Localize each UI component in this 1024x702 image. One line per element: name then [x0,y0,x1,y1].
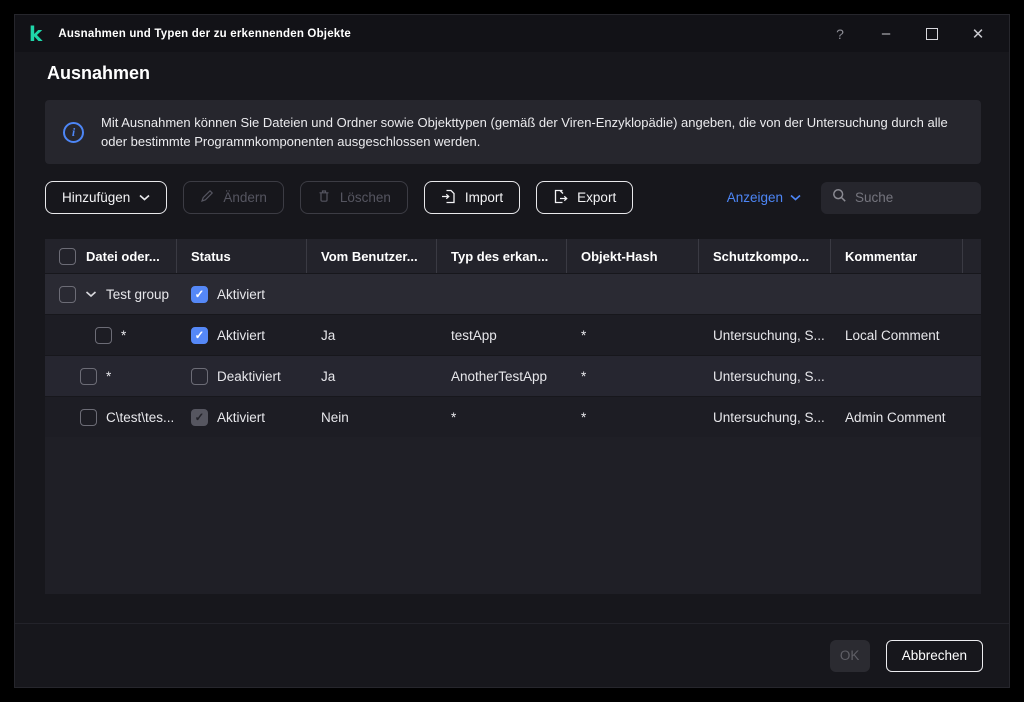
status-cell: Aktiviert [177,274,307,314]
status-checkbox-disabled [191,408,208,426]
search-icon [832,188,847,208]
maximize-icon [926,27,938,40]
file-cell: * [45,315,177,355]
comment-cell: Admin Comment [845,409,946,425]
table-row[interactable]: C\test\tes... Aktiviert Nein * * Untersu… [45,396,981,437]
search-input[interactable] [855,190,970,205]
export-button[interactable]: Export [536,181,634,214]
page-title: Ausnahmen [47,63,151,83]
trash-icon [317,189,331,206]
table-row[interactable]: * Deaktiviert Ja AnotherTestApp * Unters… [45,355,981,396]
search-box [821,181,981,214]
row-select-checkbox[interactable] [80,408,97,426]
status-cell: Aktiviert [177,397,307,437]
maximize-button[interactable] [909,17,955,51]
added-by-user-cell: Nein [321,409,349,425]
chevron-down-icon [790,194,801,201]
table-row-group[interactable]: Test group Aktiviert [45,273,981,314]
import-button-label: Import [464,190,504,205]
file-value: * [121,327,127,343]
view-dropdown-label: Anzeigen [726,190,783,205]
kaspersky-logo-icon: k [29,21,43,46]
file-cell: * [45,356,177,396]
object-hash-cell: * [581,409,587,425]
header-added-by-user[interactable]: Vom Benutzer... [307,239,437,273]
header-status[interactable]: Status [177,239,307,273]
window-controls: ? – ✕ [817,17,1001,51]
row-select-checkbox[interactable] [95,326,112,344]
edit-button-label: Ändern [223,190,267,205]
file-value: C\test\tes... [106,409,175,425]
components-cell: Untersuchung, S... [713,409,825,425]
help-button[interactable]: ? [817,17,863,51]
header-spacer [963,239,981,273]
object-type-cell: testApp [451,327,497,343]
object-type-cell: * [451,409,457,425]
add-button[interactable]: Hinzufügen [45,181,168,214]
comment-cell [831,356,963,396]
status-label: Deaktiviert [217,368,281,384]
added-by-user-cell: Ja [321,327,336,343]
info-banner: i Mit Ausnahmen können Sie Dateien und O… [45,100,981,164]
status-label: Aktiviert [217,286,266,302]
group-name-cell: Test group [45,274,177,314]
pencil-icon [200,189,214,206]
import-button[interactable]: Import [423,181,521,214]
status-label: Aktiviert [217,327,266,343]
exclusions-table: Datei oder... Status Vom Benutzer... Typ… [45,239,981,594]
cancel-button[interactable]: Abbrechen [885,639,983,672]
status-label: Aktiviert [217,409,266,425]
export-icon [553,189,568,207]
status-checkbox[interactable] [191,367,208,385]
dialog-footer: OK Abbrechen [15,623,1009,687]
select-all-checkbox[interactable] [59,247,76,265]
toolbar: Hinzufügen Ändern Löschen Import Export … [45,181,981,214]
table-header: Datei oder... Status Vom Benutzer... Typ… [45,239,981,273]
info-icon: i [63,121,84,143]
add-button-label: Hinzufügen [62,190,131,205]
title-bar: k Ausnahmen und Typen der zu erkennenden… [15,15,1009,52]
window-title: Ausnahmen und Typen der zu erkennenden O… [58,27,352,40]
status-cell: Deaktiviert [177,356,307,396]
delete-button[interactable]: Löschen [299,181,408,214]
status-checkbox[interactable] [191,285,208,303]
status-cell: Aktiviert [177,315,307,355]
header-object-type[interactable]: Typ des erkan... [437,239,567,273]
comment-cell: Local Comment [845,327,940,343]
added-by-user-cell: Ja [321,368,336,384]
header-components[interactable]: Schutzkompo... [699,239,831,273]
delete-button-label: Löschen [339,190,391,205]
info-banner-text: Mit Ausnahmen können Sie Dateien und Ord… [101,114,948,150]
object-type-cell: AnotherTestApp [451,368,548,384]
view-dropdown[interactable]: Anzeigen [727,190,801,205]
chevron-down-icon [139,194,150,201]
close-button[interactable]: ✕ [955,17,1001,51]
dialog-window: k Ausnahmen und Typen der zu erkennenden… [14,14,1010,688]
object-hash-cell: * [581,368,587,384]
group-name: Test group [106,286,170,302]
components-cell: Untersuchung, S... [713,368,825,384]
header-object-hash[interactable]: Objekt-Hash [567,239,699,273]
components-cell: Untersuchung, S... [713,327,825,343]
import-icon [441,189,456,207]
object-hash-cell: * [581,327,587,343]
status-checkbox[interactable] [191,326,208,344]
edit-button[interactable]: Ändern [183,181,284,214]
ok-button[interactable]: OK [829,639,870,672]
collapse-chevron-icon[interactable] [85,290,97,298]
export-button-label: Export [577,190,617,205]
file-cell: C\test\tes... [45,397,177,437]
file-value: * [106,368,112,384]
header-comment[interactable]: Kommentar [831,239,963,273]
table-row[interactable]: * Aktiviert Ja testApp * Untersuchung, S… [45,314,981,355]
header-file[interactable]: Datei oder... [45,239,177,273]
row-select-checkbox[interactable] [80,367,97,385]
minimize-button[interactable]: – [863,17,909,51]
row-select-checkbox[interactable] [59,285,76,303]
